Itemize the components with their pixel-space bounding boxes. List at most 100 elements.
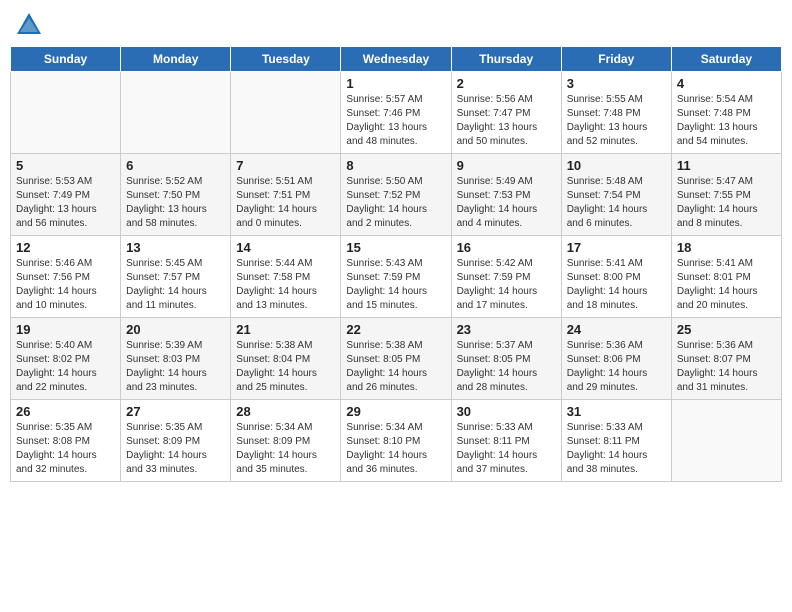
day-number: 25	[677, 322, 776, 337]
day-number: 28	[236, 404, 335, 419]
day-number: 23	[457, 322, 556, 337]
day-info: Sunrise: 5:41 AM Sunset: 8:01 PM Dayligh…	[677, 257, 776, 313]
day-header-wednesday: Wednesday	[341, 47, 451, 72]
calendar-week-row: 12 Sunrise: 5:46 AM Sunset: 7:56 PM Dayli…	[11, 236, 782, 318]
day-number: 10	[567, 158, 666, 173]
day-info: Sunrise: 5:35 AM Sunset: 8:09 PM Dayligh…	[126, 421, 225, 477]
day-number: 11	[677, 158, 776, 173]
calendar-cell	[231, 72, 341, 154]
calendar-cell: 11 Sunrise: 5:47 AM Sunset: 7:55 PM Dayli…	[671, 154, 781, 236]
day-info: Sunrise: 5:54 AM Sunset: 7:48 PM Dayligh…	[677, 93, 776, 149]
day-info: Sunrise: 5:44 AM Sunset: 7:58 PM Dayligh…	[236, 257, 335, 313]
day-info: Sunrise: 5:37 AM Sunset: 8:05 PM Dayligh…	[457, 339, 556, 395]
calendar-cell: 2Sunrise: 5:56 AM Sunset: 7:47 PM Daylig…	[451, 72, 561, 154]
day-header-friday: Friday	[561, 47, 671, 72]
day-number: 3	[567, 76, 666, 91]
calendar-cell: 19 Sunrise: 5:40 AM Sunset: 8:02 PM Dayli…	[11, 318, 121, 400]
calendar-cell: 13Sunrise: 5:45 AM Sunset: 7:57 PM Dayli…	[121, 236, 231, 318]
calendar-cell: 17 Sunrise: 5:41 AM Sunset: 8:00 PM Dayli…	[561, 236, 671, 318]
day-info: Sunrise: 5:56 AM Sunset: 7:47 PM Dayligh…	[457, 93, 556, 149]
day-info: Sunrise: 5:40 AM Sunset: 8:02 PM Dayligh…	[16, 339, 115, 395]
calendar-week-row: 26 Sunrise: 5:35 AM Sunset: 8:08 PM Dayli…	[11, 400, 782, 482]
calendar-cell: 30 Sunrise: 5:33 AM Sunset: 8:11 PM Dayli…	[451, 400, 561, 482]
day-number: 27	[126, 404, 225, 419]
day-info: Sunrise: 5:53 AM Sunset: 7:49 PM Dayligh…	[16, 175, 115, 231]
day-header-saturday: Saturday	[671, 47, 781, 72]
calendar-week-row: 5 Sunrise: 5:53 AM Sunset: 7:49 PM Daylig…	[11, 154, 782, 236]
day-info: Sunrise: 5:34 AM Sunset: 8:09 PM Dayligh…	[236, 421, 335, 477]
calendar-cell: 29 Sunrise: 5:34 AM Sunset: 8:10 PM Dayli…	[341, 400, 451, 482]
day-number: 29	[346, 404, 445, 419]
calendar-header-row: SundayMondayTuesdayWednesdayThursdayFrid…	[11, 47, 782, 72]
calendar-cell: 31 Sunrise: 5:33 AM Sunset: 8:11 PM Dayli…	[561, 400, 671, 482]
calendar-cell: 12 Sunrise: 5:46 AM Sunset: 7:56 PM Dayli…	[11, 236, 121, 318]
calendar-cell: 16Sunrise: 5:42 AM Sunset: 7:59 PM Dayli…	[451, 236, 561, 318]
day-number: 18	[677, 240, 776, 255]
day-info: Sunrise: 5:34 AM Sunset: 8:10 PM Dayligh…	[346, 421, 445, 477]
day-info: Sunrise: 5:33 AM Sunset: 8:11 PM Dayligh…	[567, 421, 666, 477]
day-number: 22	[346, 322, 445, 337]
day-info: Sunrise: 5:46 AM Sunset: 7:56 PM Dayligh…	[16, 257, 115, 313]
day-info: Sunrise: 5:51 AM Sunset: 7:51 PM Dayligh…	[236, 175, 335, 231]
day-number: 1	[346, 76, 445, 91]
day-number: 7	[236, 158, 335, 173]
day-number: 19	[16, 322, 115, 337]
calendar-cell	[671, 400, 781, 482]
page-header	[10, 10, 782, 40]
calendar-cell: 4Sunrise: 5:54 AM Sunset: 7:48 PM Daylig…	[671, 72, 781, 154]
calendar-cell: 21 Sunrise: 5:38 AM Sunset: 8:04 PM Dayli…	[231, 318, 341, 400]
calendar-cell: 28 Sunrise: 5:34 AM Sunset: 8:09 PM Dayli…	[231, 400, 341, 482]
day-number: 20	[126, 322, 225, 337]
day-info: Sunrise: 5:35 AM Sunset: 8:08 PM Dayligh…	[16, 421, 115, 477]
calendar-cell: 15 Sunrise: 5:43 AM Sunset: 7:59 PM Dayli…	[341, 236, 451, 318]
day-info: Sunrise: 5:36 AM Sunset: 8:06 PM Dayligh…	[567, 339, 666, 395]
calendar-cell: 1 Sunrise: 5:57 AM Sunset: 7:46 PM Daylig…	[341, 72, 451, 154]
day-number: 5	[16, 158, 115, 173]
calendar-table: SundayMondayTuesdayWednesdayThursdayFrid…	[10, 46, 782, 482]
calendar-week-row: 19 Sunrise: 5:40 AM Sunset: 8:02 PM Dayli…	[11, 318, 782, 400]
day-number: 12	[16, 240, 115, 255]
day-number: 21	[236, 322, 335, 337]
day-header-monday: Monday	[121, 47, 231, 72]
day-info: Sunrise: 5:47 AM Sunset: 7:55 PM Dayligh…	[677, 175, 776, 231]
calendar-cell	[121, 72, 231, 154]
day-info: Sunrise: 5:48 AM Sunset: 7:54 PM Dayligh…	[567, 175, 666, 231]
calendar-cell: 7 Sunrise: 5:51 AM Sunset: 7:51 PM Daylig…	[231, 154, 341, 236]
day-info: Sunrise: 5:49 AM Sunset: 7:53 PM Dayligh…	[457, 175, 556, 231]
calendar-cell: 8Sunrise: 5:50 AM Sunset: 7:52 PM Daylig…	[341, 154, 451, 236]
calendar-cell: 23 Sunrise: 5:37 AM Sunset: 8:05 PM Dayli…	[451, 318, 561, 400]
day-number: 30	[457, 404, 556, 419]
day-info: Sunrise: 5:36 AM Sunset: 8:07 PM Dayligh…	[677, 339, 776, 395]
calendar-cell: 18 Sunrise: 5:41 AM Sunset: 8:01 PM Dayli…	[671, 236, 781, 318]
day-number: 13	[126, 240, 225, 255]
day-number: 26	[16, 404, 115, 419]
day-info: Sunrise: 5:57 AM Sunset: 7:46 PM Dayligh…	[346, 93, 445, 149]
day-info: Sunrise: 5:52 AM Sunset: 7:50 PM Dayligh…	[126, 175, 225, 231]
day-info: Sunrise: 5:43 AM Sunset: 7:59 PM Dayligh…	[346, 257, 445, 313]
day-number: 8	[346, 158, 445, 173]
calendar-cell: 10 Sunrise: 5:48 AM Sunset: 7:54 PM Dayli…	[561, 154, 671, 236]
day-number: 14	[236, 240, 335, 255]
calendar-week-row: 1 Sunrise: 5:57 AM Sunset: 7:46 PM Daylig…	[11, 72, 782, 154]
day-info: Sunrise: 5:39 AM Sunset: 8:03 PM Dayligh…	[126, 339, 225, 395]
day-info: Sunrise: 5:42 AM Sunset: 7:59 PM Dayligh…	[457, 257, 556, 313]
calendar-cell: 22 Sunrise: 5:38 AM Sunset: 8:05 PM Dayli…	[341, 318, 451, 400]
day-number: 6	[126, 158, 225, 173]
day-header-tuesday: Tuesday	[231, 47, 341, 72]
day-number: 31	[567, 404, 666, 419]
calendar-cell: 27 Sunrise: 5:35 AM Sunset: 8:09 PM Dayli…	[121, 400, 231, 482]
day-info: Sunrise: 5:38 AM Sunset: 8:05 PM Dayligh…	[346, 339, 445, 395]
calendar-cell: 3 Sunrise: 5:55 AM Sunset: 7:48 PM Daylig…	[561, 72, 671, 154]
day-info: Sunrise: 5:55 AM Sunset: 7:48 PM Dayligh…	[567, 93, 666, 149]
day-number: 24	[567, 322, 666, 337]
day-info: Sunrise: 5:33 AM Sunset: 8:11 PM Dayligh…	[457, 421, 556, 477]
logo-icon	[14, 10, 44, 40]
calendar-cell: 5 Sunrise: 5:53 AM Sunset: 7:49 PM Daylig…	[11, 154, 121, 236]
day-info: Sunrise: 5:38 AM Sunset: 8:04 PM Dayligh…	[236, 339, 335, 395]
day-number: 15	[346, 240, 445, 255]
day-info: Sunrise: 5:41 AM Sunset: 8:00 PM Dayligh…	[567, 257, 666, 313]
calendar-cell: 6 Sunrise: 5:52 AM Sunset: 7:50 PM Daylig…	[121, 154, 231, 236]
calendar-cell: 20 Sunrise: 5:39 AM Sunset: 8:03 PM Dayli…	[121, 318, 231, 400]
day-header-thursday: Thursday	[451, 47, 561, 72]
day-number: 17	[567, 240, 666, 255]
